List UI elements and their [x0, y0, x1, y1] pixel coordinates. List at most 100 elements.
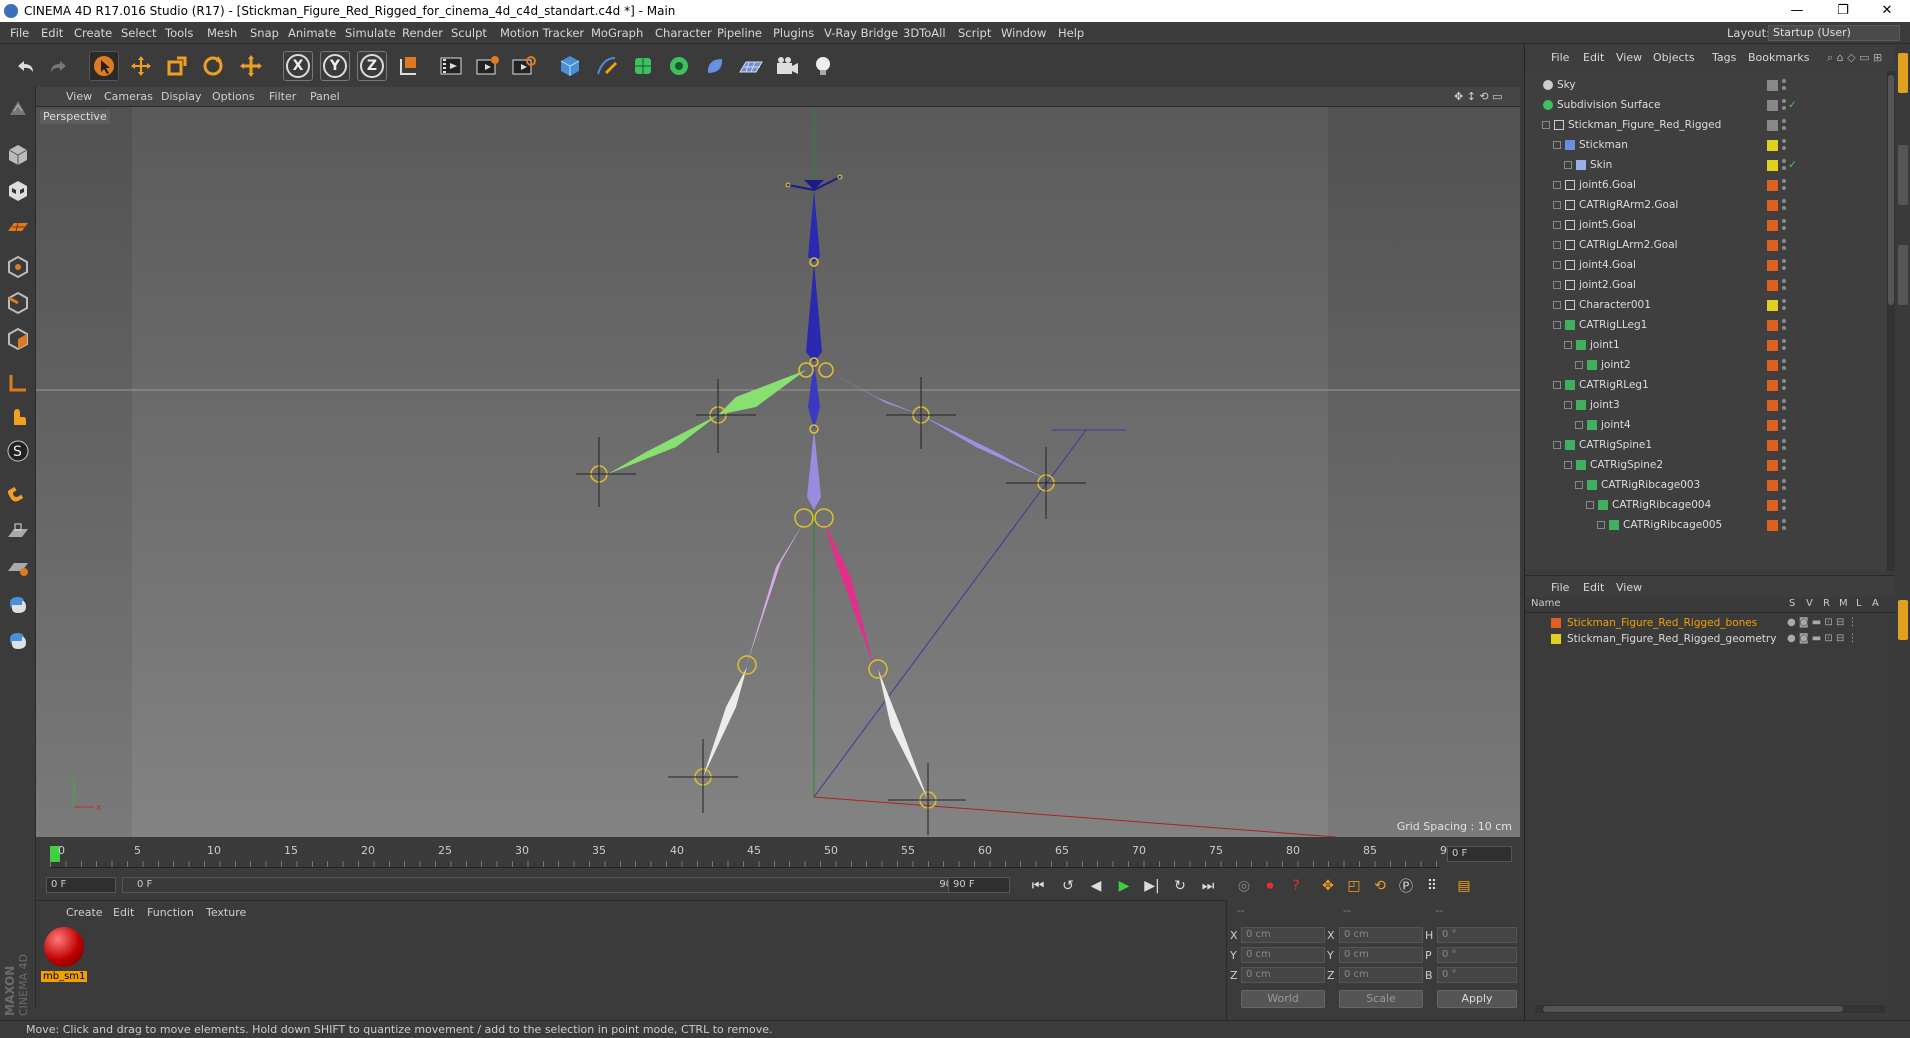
preview-range-slider[interactable]: 0 F 90 F: [122, 877, 972, 893]
next-key-icon[interactable]: ↻: [1168, 874, 1192, 898]
object-row[interactable]: joint1: [1525, 335, 1887, 355]
layer-color-swatch[interactable]: [1767, 520, 1778, 531]
visibility-dots-icon[interactable]: [1781, 178, 1787, 192]
menu-plugins[interactable]: Plugins: [773, 22, 814, 44]
object-list-scrollbar[interactable]: [1887, 71, 1895, 571]
menu-help[interactable]: Help: [1058, 22, 1084, 44]
size-y-field[interactable]: 0 cm: [1339, 947, 1423, 963]
restore-button[interactable]: ❐: [1820, 0, 1866, 22]
content-browser-tab[interactable]: [1898, 145, 1908, 205]
object-row[interactable]: Character001: [1525, 295, 1887, 315]
visibility-dots-icon[interactable]: [1781, 258, 1787, 272]
layers-menu-edit[interactable]: Edit: [1583, 581, 1604, 594]
undo-icon[interactable]: [10, 51, 40, 81]
viewport-menu-view[interactable]: View: [66, 87, 92, 107]
expand-toggle-icon[interactable]: [1564, 401, 1572, 409]
expand-toggle-icon[interactable]: [1575, 421, 1583, 429]
layer-color-swatch[interactable]: [1767, 240, 1778, 251]
visibility-dots-icon[interactable]: [1781, 338, 1787, 352]
structure-tab[interactable]: [1898, 245, 1908, 305]
expand-toggle-icon[interactable]: [1553, 241, 1561, 249]
expand-toggle-icon[interactable]: [1575, 361, 1583, 369]
go-to-start-icon[interactable]: ⏮: [1026, 874, 1050, 898]
visibility-dots-icon[interactable]: [1781, 378, 1787, 392]
object-row[interactable]: Stickman: [1525, 135, 1887, 155]
rotation-h-field[interactable]: 0 °: [1437, 927, 1517, 943]
points-mode-icon[interactable]: [3, 252, 33, 282]
layer-horizontal-scrollbar[interactable]: [1535, 1005, 1885, 1013]
menu-render[interactable]: Render: [402, 22, 443, 44]
go-to-end-icon[interactable]: ⏭: [1196, 874, 1220, 898]
layer-color-swatch[interactable]: [1767, 420, 1778, 431]
object-row[interactable]: CATRigSpine2: [1525, 455, 1887, 475]
menu-tools[interactable]: Tools: [165, 22, 193, 44]
timeline[interactable]: 0 5 10 15 20 25 30 35 40 45 50 55 60 65 …: [36, 840, 1520, 870]
material-menu-create[interactable]: Create: [66, 906, 103, 919]
visibility-dots-icon[interactable]: [1781, 298, 1787, 312]
menu-character[interactable]: Character: [655, 22, 712, 44]
layer-scroll-thumb[interactable]: [1543, 1006, 1843, 1012]
cloner-icon[interactable]: [664, 51, 694, 81]
menu-mesh[interactable]: Mesh: [207, 22, 237, 44]
key-scale-icon[interactable]: ◰: [1342, 874, 1366, 898]
enabled-check-icon[interactable]: ✓: [1788, 155, 1797, 175]
menu-simulate[interactable]: Simulate: [345, 22, 396, 44]
locked-workplane-icon[interactable]: [3, 518, 33, 548]
objects-menu-file[interactable]: File: [1551, 51, 1569, 64]
layer-color-swatch[interactable]: [1767, 180, 1778, 191]
rotation-p-field[interactable]: 0 °: [1437, 947, 1517, 963]
menu-mograph[interactable]: MoGraph: [591, 22, 643, 44]
viewport-menu-options[interactable]: Options: [212, 87, 254, 107]
move-icon[interactable]: [126, 51, 156, 81]
layout-dropdown[interactable]: Startup (User): [1768, 25, 1900, 41]
visibility-dots-icon[interactable]: [1781, 198, 1787, 212]
render-view-icon[interactable]: [437, 51, 467, 81]
expand-toggle-icon[interactable]: [1553, 141, 1561, 149]
layer-color-swatch[interactable]: [1767, 80, 1778, 91]
next-frame-icon[interactable]: ▶|: [1140, 874, 1164, 898]
coordinate-space-dropdown[interactable]: World: [1241, 990, 1325, 1008]
visibility-dots-icon[interactable]: [1781, 518, 1787, 532]
visibility-dots-icon[interactable]: [1781, 278, 1787, 292]
coordinate-system-icon[interactable]: [393, 51, 423, 81]
minimize-button[interactable]: —: [1774, 0, 1820, 22]
polygons-mode-icon[interactable]: [3, 324, 33, 354]
object-row[interactable]: joint3: [1525, 395, 1887, 415]
camera-icon[interactable]: [772, 51, 802, 81]
layer-color-swatch[interactable]: [1767, 280, 1778, 291]
object-row[interactable]: CATRigRibcage005: [1525, 515, 1887, 535]
scale-icon[interactable]: [162, 51, 192, 81]
viewport-menu-filter[interactable]: Filter: [269, 87, 296, 107]
object-row[interactable]: joint2.Goal: [1525, 275, 1887, 295]
menu-3dtoall[interactable]: 3DToAll: [903, 22, 946, 44]
material-menu-texture[interactable]: Texture: [206, 906, 246, 919]
layers-menu-file[interactable]: File: [1551, 581, 1569, 594]
position-y-field[interactable]: 0 cm: [1241, 947, 1325, 963]
expand-toggle-icon[interactable]: [1586, 501, 1594, 509]
object-list-scroll-thumb[interactable]: [1888, 75, 1894, 305]
layer-color-swatch[interactable]: [1767, 100, 1778, 111]
previous-key-icon[interactable]: ↺: [1056, 874, 1080, 898]
z-axis-lock-button[interactable]: Z: [357, 51, 387, 81]
expand-toggle-icon[interactable]: [1597, 521, 1605, 529]
perspective-viewport[interactable]: y x Perspective Grid Spacing : 10 cm: [36, 107, 1520, 837]
layer-color-swatch[interactable]: [1767, 140, 1778, 151]
snap-s-icon[interactable]: S: [3, 436, 33, 466]
workplane-icon[interactable]: [3, 212, 33, 242]
expand-toggle-icon[interactable]: [1542, 121, 1550, 129]
menu-script[interactable]: Script: [958, 22, 991, 44]
expand-toggle-icon[interactable]: [1564, 161, 1572, 169]
menu-sculpt[interactable]: Sculpt: [451, 22, 487, 44]
recent-tool-icon[interactable]: [236, 51, 266, 81]
key-parameter-icon[interactable]: Ⓟ: [1394, 874, 1418, 898]
expand-toggle-icon[interactable]: [1553, 201, 1561, 209]
pen-spline-icon[interactable]: [592, 51, 622, 81]
object-row[interactable]: Stickman_Figure_Red_Rigged: [1525, 115, 1887, 135]
object-row[interactable]: CATRigLArm2.Goal: [1525, 235, 1887, 255]
expand-toggle-icon[interactable]: [1564, 461, 1572, 469]
expand-toggle-icon[interactable]: [1553, 281, 1561, 289]
visibility-dots-icon[interactable]: [1781, 158, 1787, 172]
layer-color-swatch[interactable]: [1767, 200, 1778, 211]
expand-toggle-icon[interactable]: [1564, 341, 1572, 349]
make-editable-icon[interactable]: [3, 94, 33, 124]
